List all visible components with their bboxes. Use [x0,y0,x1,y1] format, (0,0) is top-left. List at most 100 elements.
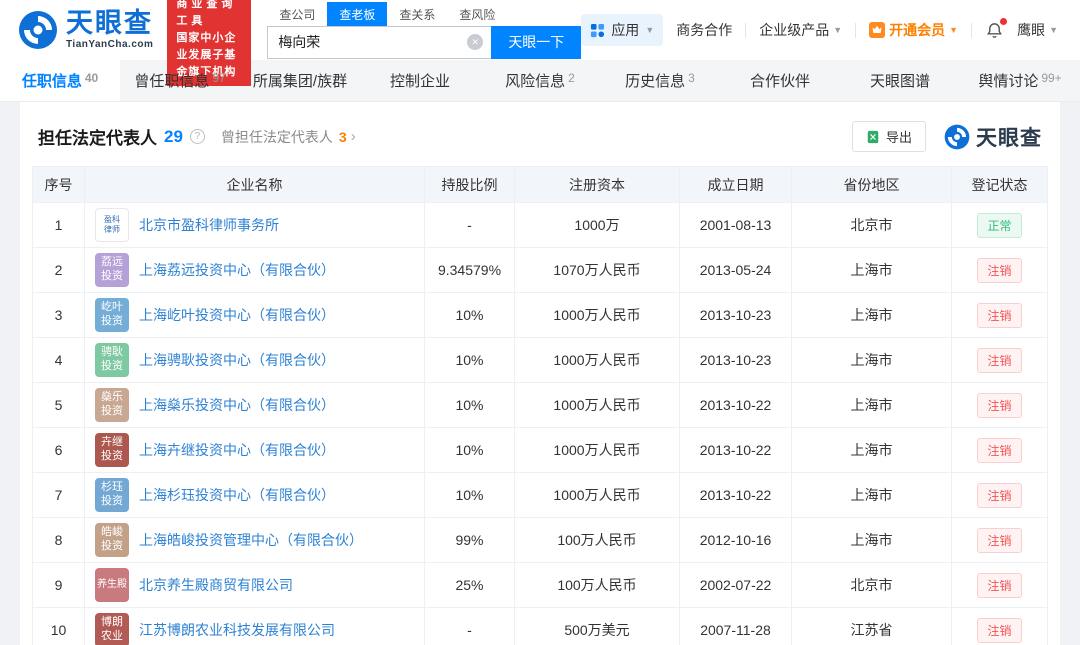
nav-tab-label: 历史信息 [625,73,686,90]
table-row: 6 卉继 投资 上海卉继投资中心（有限合伙） 10% 1000万人民币 2013-10-22… [32,427,1048,473]
status-cell: 注销 [951,337,1048,383]
established-date: 2013-05-24 [679,247,792,293]
column-header: 序号 [32,166,85,203]
registered-capital: 1000万人民币 [514,472,680,518]
province-region: 江苏省 [791,607,952,645]
search-tab[interactable]: 查公司 [267,2,327,26]
registered-capital: 1000万 [514,202,680,248]
company-link[interactable]: 上海皓峻投资管理中心（有限合伙） [139,530,363,550]
chevron-right-icon: › [350,128,356,145]
shareholding-ratio: 25% [424,562,515,608]
nav-tab[interactable]: 任职信息 40 [0,60,120,101]
established-date: 2013-10-22 [679,427,792,473]
company-link[interactable]: 上海屹叶投资中心（有限合伙） [139,305,335,325]
section-title: 担任法定代表人 [38,129,157,148]
chevron-down-icon: ▼ [1049,25,1058,35]
nav-tab-count: 97 [212,70,226,85]
company-link[interactable]: 上海杉珏投资中心（有限合伙） [139,485,335,505]
company-link[interactable]: 江苏博朗农业科技发展有限公司 [139,620,335,640]
section-count: 29 [164,126,183,146]
shareholding-ratio: 10% [424,337,515,383]
nav-tab[interactable]: 风险信息 2 [480,60,600,101]
column-header: 省份地区 [791,166,952,203]
vip-upgrade-menu[interactable]: 开通会员 ▼ [869,20,958,40]
established-date: 2013-10-22 [679,382,792,428]
company-cell: 燊乐 投资 上海燊乐投资中心（有限合伙） [84,382,425,428]
company-cell: 养生殿 北京养生殿商贸有限公司 [84,562,425,608]
search-tab[interactable]: 查关系 [387,2,447,26]
row-index: 9 [32,562,85,608]
province-region: 上海市 [791,517,952,563]
company-cell: 荔远 投资 上海荔远投资中心（有限合伙） [84,247,425,293]
notifications-bell[interactable] [985,17,1008,40]
tianyancha-logo[interactable]: 天眼查 TianYanCha.com [18,10,153,50]
former-representative-link[interactable]: 曾担任法定代表人 3 › [221,127,356,147]
eagle-eye-menu[interactable]: 鹰眼 ▼ [1017,20,1058,40]
clear-search-icon[interactable]: ✕ [467,33,484,50]
nav-tab[interactable]: 历史信息 3 [600,60,720,101]
province-region: 上海市 [791,472,952,518]
nav-tab-count: 40 [84,70,99,85]
apps-menu[interactable]: 应用 ▼ [581,14,664,46]
company-link[interactable]: 北京养生殿商贸有限公司 [139,575,293,595]
company-link[interactable]: 上海骋耿投资中心（有限合伙） [139,350,335,370]
nav-tab-count: 3 [688,70,695,85]
nav-tab-label: 合作伙伴 [749,73,810,90]
nav-tab[interactable]: 天眼图谱 [840,60,960,101]
companies-table: 序号 企业名称 持股比例 注册资本 成立日期 省份地区 登记状态 1 盈科 律师 北京市盈科律师事… [32,166,1048,645]
search-tab[interactable]: 查老板 [327,1,388,26]
enterprise-products-menu[interactable]: 企业级产品 ▼ [759,20,842,40]
business-cooperation-link[interactable]: 商务合作 [676,20,732,40]
divider [855,22,857,38]
tianyancha-watermark: 天眼查 [944,122,1042,152]
search-tab[interactable]: 查风险 [447,2,507,26]
nav-tab-count: 99+ [1041,70,1062,85]
row-index: 3 [32,292,85,338]
nav-tab[interactable]: 舆情讨论 99+ [960,60,1080,101]
nav-tab-label: 控制企业 [389,73,450,90]
status-badge: 注销 [977,482,1022,508]
excel-export-icon [867,130,879,143]
export-button[interactable]: 导出 [851,121,926,152]
logo-subtitle: TianYanCha.com [66,39,154,50]
company-link[interactable]: 上海卉继投资中心（有限合伙） [139,440,335,460]
status-cell: 注销 [951,247,1048,293]
chevron-down-icon: ▼ [645,25,655,35]
slogan-line1: 都在用的商业查询工具 [176,0,237,27]
vip-label: 开通会员 [889,22,946,38]
province-region: 上海市 [791,292,952,338]
column-header: 企业名称 [84,166,425,203]
status-cell: 注销 [951,382,1048,428]
nav-tab[interactable]: 曾任职信息 97 [120,60,240,101]
column-header: 持股比例 [424,166,515,203]
nav-tab-label: 曾任职信息 [134,73,210,90]
status-cell: 注销 [951,562,1048,608]
company-link[interactable]: 上海荔远投资中心（有限合伙） [139,260,335,280]
nav-tab[interactable]: 合作伙伴 [720,60,840,101]
search-input[interactable] [267,25,492,59]
status-cell: 注销 [951,427,1048,473]
table-body: 1 盈科 律师 北京市盈科律师事务所 -1000万 2001-08-13 北京市 正常 2 荔远投… [32,202,1048,645]
nav-tab[interactable]: 控制企业 [360,60,480,101]
status-badge: 注销 [977,257,1022,283]
apps-grid-icon [591,23,605,37]
status-cell: 注销 [951,472,1048,518]
former-label: 曾担任法定代表人 [220,128,333,145]
company-link[interactable]: 北京市盈科律师事务所 [139,215,279,235]
search-button[interactable]: 天眼一下 [491,25,582,59]
province-region: 上海市 [791,247,952,293]
nav-tab[interactable]: 所属集团/族群 [240,60,360,101]
company-link[interactable]: 上海燊乐投资中心（有限合伙） [139,395,335,415]
table-row: 10 博朗 农业 江苏博朗农业科技发展有限公司 -500万美元 2007-11-28 江苏省… [32,607,1048,645]
status-cell: 注销 [951,292,1048,338]
table-row: 7 杉珏 投资 上海杉珏投资中心（有限合伙） 10% 1000万人民币 2013-10-22… [32,472,1048,518]
search-area: 查公司查老板查关系查风险 ✕ 天眼一下 [267,1,582,59]
registered-capital: 1000万人民币 [514,292,680,338]
status-badge: 注销 [977,302,1022,328]
company-avatar: 博朗 农业 [95,613,129,645]
shareholding-ratio: - [424,202,515,248]
company-cell: 博朗 农业 江苏博朗农业科技发展有限公司 [84,607,425,645]
established-date: 2013-10-23 [679,337,792,383]
help-question-icon[interactable]: ? [189,129,205,144]
table-row: 4 骋耿 投资 上海骋耿投资中心（有限合伙） 10% 1000万人民币 2013-10-23… [32,337,1048,383]
